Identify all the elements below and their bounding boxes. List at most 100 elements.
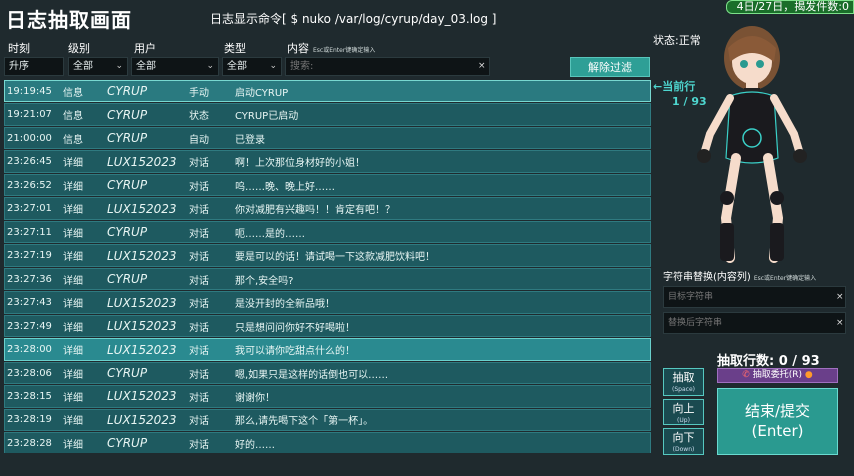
log-row[interactable]: 23:26:52 详细 CYRUP 对话 呜……晚、晚上好……	[4, 173, 651, 197]
row-level: 信息	[63, 134, 83, 146]
row-level: 信息	[63, 87, 83, 99]
row-type: 对话	[189, 158, 209, 170]
row-level: 详细	[63, 275, 83, 287]
row-time: 23:27:49	[7, 320, 52, 332]
log-row[interactable]: 23:27:49 详细 LUX152023 对话 只是想问问你好不好喝啦！	[4, 314, 651, 338]
row-type: 对话	[189, 275, 209, 287]
reset-filter-button[interactable]: 解除过滤	[570, 57, 650, 77]
row-time: 23:27:11	[7, 226, 52, 238]
extract-count: 抽取行数: 0 / 93	[717, 354, 820, 369]
clear-replacement-icon[interactable]: ×	[836, 318, 844, 328]
row-time: 23:28:19	[7, 414, 52, 426]
header-content: 内容 Esc或Enter键确定输入	[287, 40, 375, 56]
row-type: 对话	[189, 205, 209, 217]
replace-label-text: 字符串替换(内容列)	[663, 272, 751, 283]
row-type: 手动	[189, 87, 209, 99]
type-value: 全部	[227, 61, 247, 72]
row-time: 23:27:01	[7, 203, 52, 215]
row-type: 自动	[189, 134, 209, 146]
row-type: 对话	[189, 346, 209, 358]
clear-target-icon[interactable]: ×	[836, 292, 844, 302]
chevron-down-icon: ⌄	[206, 61, 214, 71]
row-message: 那么,请先喝下这个「第一杯」。	[235, 416, 374, 428]
row-type: 对话	[189, 416, 209, 428]
row-level: 信息	[63, 111, 83, 123]
row-message: 那个,安全吗?	[235, 275, 294, 287]
log-row[interactable]: 23:28:00 详细 LUX152023 对话 我可以请你吃甜点什么的！	[4, 338, 651, 361]
log-row[interactable]: 23:27:01 详细 LUX152023 对话 你对减肥有兴趣吗！！肯定有吧！？	[4, 197, 651, 220]
log-row[interactable]: 23:27:43 详细 LUX152023 对话 是没开封的全新品哦！	[4, 291, 651, 314]
row-level: 详细	[63, 439, 83, 451]
row-time: 23:27:19	[7, 250, 52, 262]
row-type: 对话	[189, 392, 209, 404]
row-message: 好的……	[235, 439, 275, 451]
entrust-extract-button[interactable]: ✆ 抽取委托(R) ●	[717, 368, 838, 383]
row-time: 23:28:06	[7, 367, 52, 379]
header-content-hint: Esc或Enter键确定输入	[313, 47, 376, 54]
header-level: 级别	[68, 42, 90, 55]
row-level: 详细	[63, 252, 83, 264]
entrust-extract-label: 抽取委托(R)	[752, 370, 802, 380]
row-level: 详细	[63, 392, 83, 404]
row-time: 23:28:28	[7, 437, 52, 449]
row-type: 对话	[189, 322, 209, 334]
row-message: CYRUP已启动	[235, 111, 299, 123]
submit-button[interactable]: 结束/提交 (Enter)	[717, 388, 838, 455]
row-type: 状态	[189, 111, 209, 123]
log-row[interactable]: 23:26:45 详细 LUX152023 对话 啊！上次那位身材好的小姐！	[4, 150, 651, 173]
log-row[interactable]: 23:27:11 详细 CYRUP 对话 呃……是的……	[4, 220, 651, 244]
log-row[interactable]: 19:19:45 信息 CYRUP 手动 启动CYRUP	[4, 80, 651, 103]
target-string-input[interactable]	[663, 286, 846, 308]
user-select[interactable]: 全部 ⌄	[131, 57, 219, 76]
header-user: 用户	[134, 42, 156, 55]
log-row[interactable]: 23:27:36 详细 CYRUP 对话 那个,安全吗?	[4, 267, 651, 291]
sort-value: 升序	[9, 61, 29, 72]
row-user: CYRUP	[107, 178, 148, 193]
extract-label: 抽取	[672, 371, 695, 384]
up-button[interactable]: 向上 (Up)	[663, 399, 704, 425]
log-row[interactable]: 19:21:07 信息 CYRUP 状态 CYRUP已启动	[4, 103, 651, 126]
row-time: 23:26:52	[7, 179, 52, 191]
phone-icon: ✆	[742, 370, 750, 380]
row-message: 只是想问问你好不好喝啦！	[235, 322, 355, 334]
row-user: CYRUP	[107, 225, 148, 240]
extract-button[interactable]: 抽取 (Space)	[663, 368, 704, 396]
row-time: 19:21:07	[7, 109, 52, 121]
search-input[interactable]	[285, 57, 490, 76]
replacement-string-input[interactable]	[663, 312, 846, 334]
row-time: 23:27:43	[7, 297, 52, 309]
chevron-down-icon: ⌄	[269, 61, 277, 71]
log-row[interactable]: 23:28:06 详细 CYRUP 对话 嗯,如果只是这样的话倒也可以……	[4, 361, 651, 385]
row-level: 详细	[63, 158, 83, 170]
log-row[interactable]: 23:28:28 详细 CYRUP 对话 好的……	[4, 432, 651, 453]
row-level: 详细	[63, 346, 83, 358]
row-message: 是没开封的全新品哦！	[235, 299, 335, 311]
log-row[interactable]: 21:00:00 信息 CYRUP 自动 已登录	[4, 126, 651, 150]
log-row[interactable]: 23:27:19 详细 LUX152023 对话 要是可以的话！请试喝一下这款减肥饮料吧…	[4, 244, 651, 267]
row-user: LUX152023	[107, 319, 177, 334]
row-user: LUX152023	[107, 412, 177, 427]
down-button[interactable]: 向下 (Down)	[663, 428, 704, 455]
row-message: 要是可以的话！请试喝一下这款减肥饮料吧！	[235, 252, 435, 264]
extract-key: (Space)	[672, 386, 695, 393]
row-message: 你对减肥有兴趣吗！！肯定有吧！？	[235, 205, 395, 217]
log-row[interactable]: 23:28:15 详细 LUX152023 对话 谢谢你！	[4, 385, 651, 408]
row-level: 详细	[63, 322, 83, 334]
row-message: 嗯,如果只是这样的话倒也可以……	[235, 369, 389, 381]
clear-search-icon[interactable]: ×	[478, 61, 486, 71]
up-key: (Up)	[677, 417, 690, 424]
chevron-down-icon: ⌄	[115, 61, 123, 71]
page-title: 日志抽取画面	[6, 8, 132, 32]
row-message: 我可以请你吃甜点什么的！	[235, 346, 355, 358]
level-select[interactable]: 全部 ⌄	[68, 57, 128, 76]
row-user: CYRUP	[107, 131, 148, 146]
sort-select[interactable]: 升序	[4, 57, 64, 76]
row-user: LUX152023	[107, 154, 177, 169]
row-time: 19:19:45	[7, 85, 52, 97]
row-type: 对话	[189, 439, 209, 451]
row-message: 呜……晚、晚上好……	[235, 181, 335, 193]
log-row[interactable]: 23:28:19 详细 LUX152023 对话 那么,请先喝下这个「第一杯」。	[4, 408, 651, 432]
row-message: 启动CYRUP	[235, 87, 289, 99]
type-select[interactable]: 全部 ⌄	[222, 57, 282, 76]
row-message: 啊！上次那位身材好的小姐！	[235, 158, 365, 170]
